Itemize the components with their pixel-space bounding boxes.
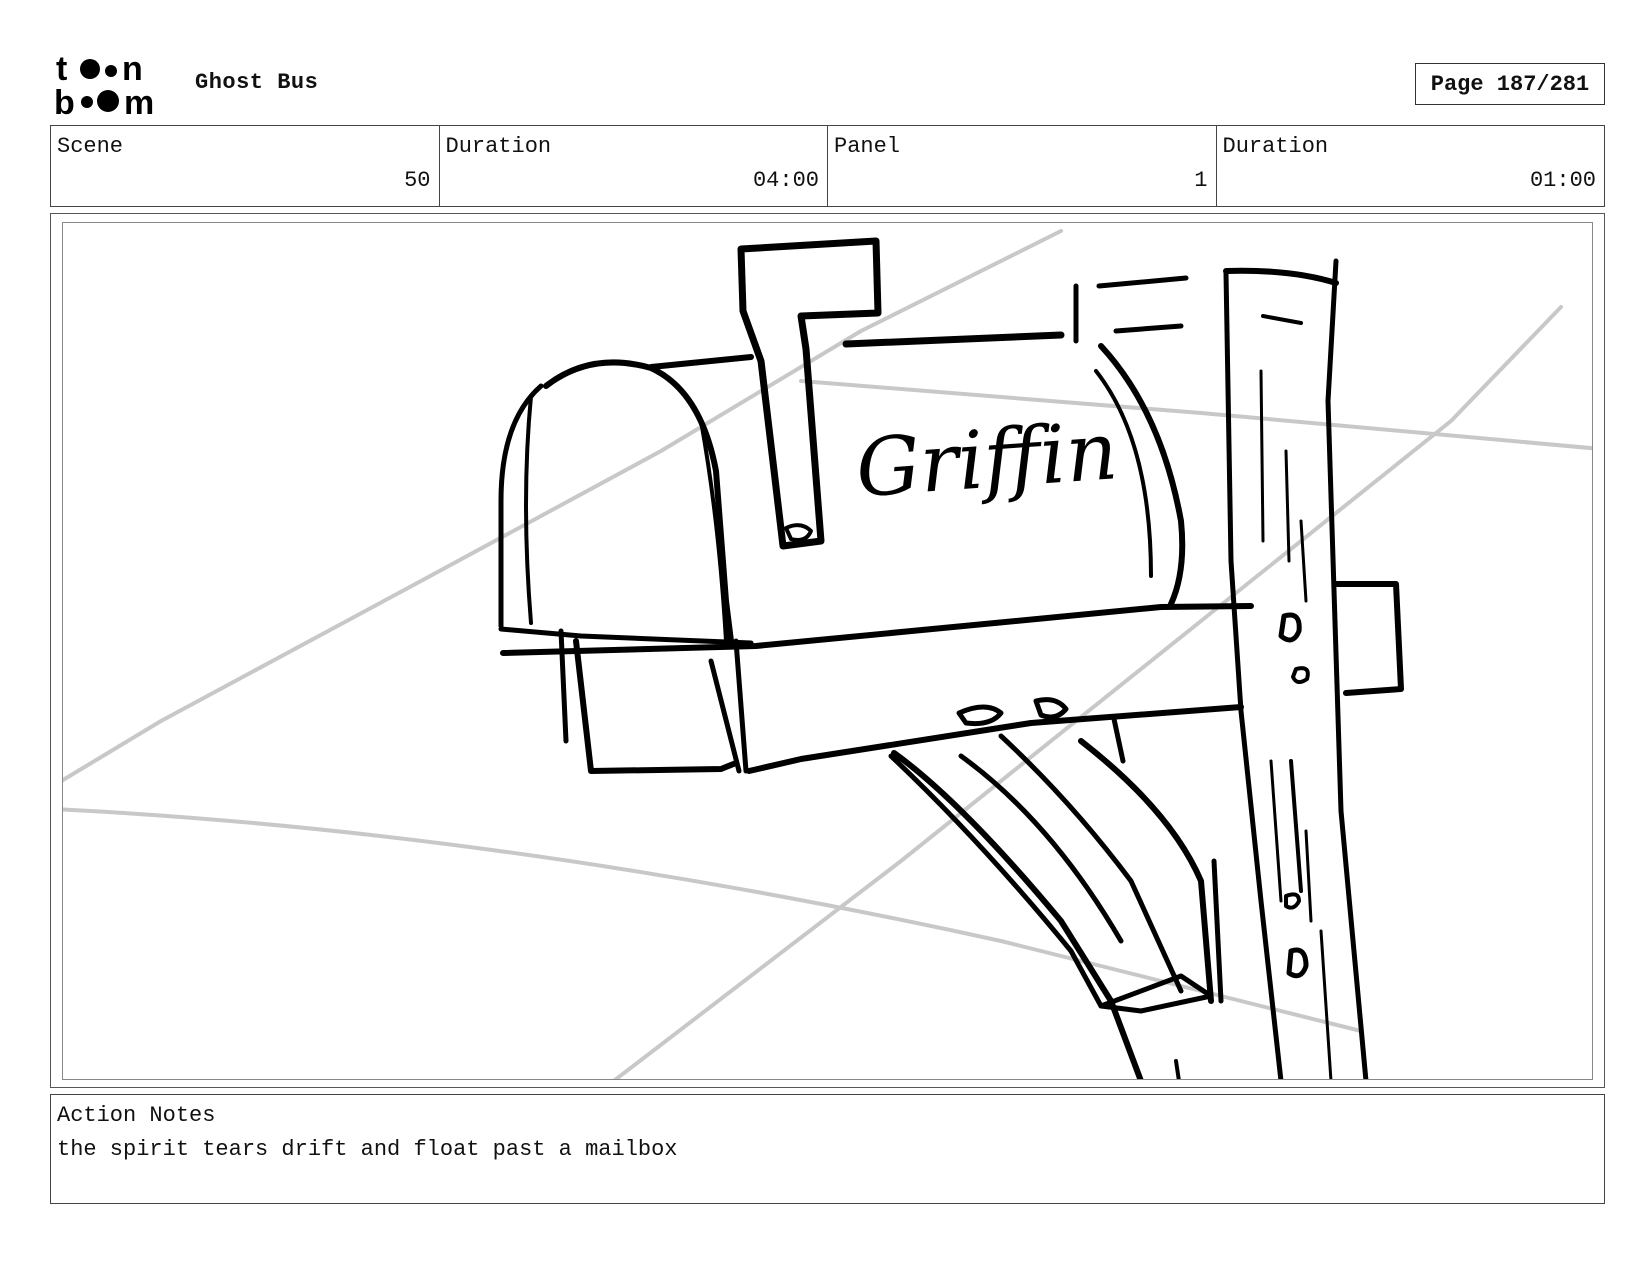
scene-duration-cell: Duration 04:00 [440, 126, 828, 206]
scene-value: 50 [404, 168, 431, 193]
panel-duration-cell: Duration 01:00 [1217, 126, 1605, 206]
panel-value: 1 [1194, 168, 1208, 193]
project-title: Ghost Bus [195, 70, 319, 95]
scene-info-row: Scene 50 Duration 04:00 Panel 1 Duration… [50, 125, 1605, 207]
action-notes-label: Action Notes [57, 1103, 216, 1128]
svg-text:b: b [54, 84, 75, 116]
svg-text:t: t [56, 52, 67, 88]
mailbox-drawing [498, 237, 1404, 1079]
storyboard-panel: Griffin [62, 222, 1593, 1080]
perspective-guides [63, 229, 1592, 1079]
svg-text:m: m [124, 84, 154, 116]
action-notes-text: the spirit tears drift and float past a … [57, 1137, 678, 1162]
svg-text:n: n [122, 52, 143, 88]
page-indicator: Page 187/281 [1415, 63, 1605, 105]
toon-boom-logo: t n b m [54, 52, 154, 116]
scene-duration-label: Duration [445, 134, 552, 159]
scene-label: Scene [57, 134, 124, 159]
scene-cell: Scene 50 [51, 126, 440, 206]
action-notes: Action Notes the spirit tears drift and … [50, 1094, 1605, 1204]
panel-label: Panel [834, 134, 901, 159]
scene-duration-value: 04:00 [752, 168, 819, 193]
panel-duration-label: Duration [1222, 134, 1329, 159]
panel-duration-value: 01:00 [1529, 168, 1596, 193]
mailbox-sketch: Griffin [63, 229, 1592, 1079]
mailbox-name: Griffin [853, 404, 1120, 515]
panel-cell: Panel 1 [828, 126, 1217, 206]
